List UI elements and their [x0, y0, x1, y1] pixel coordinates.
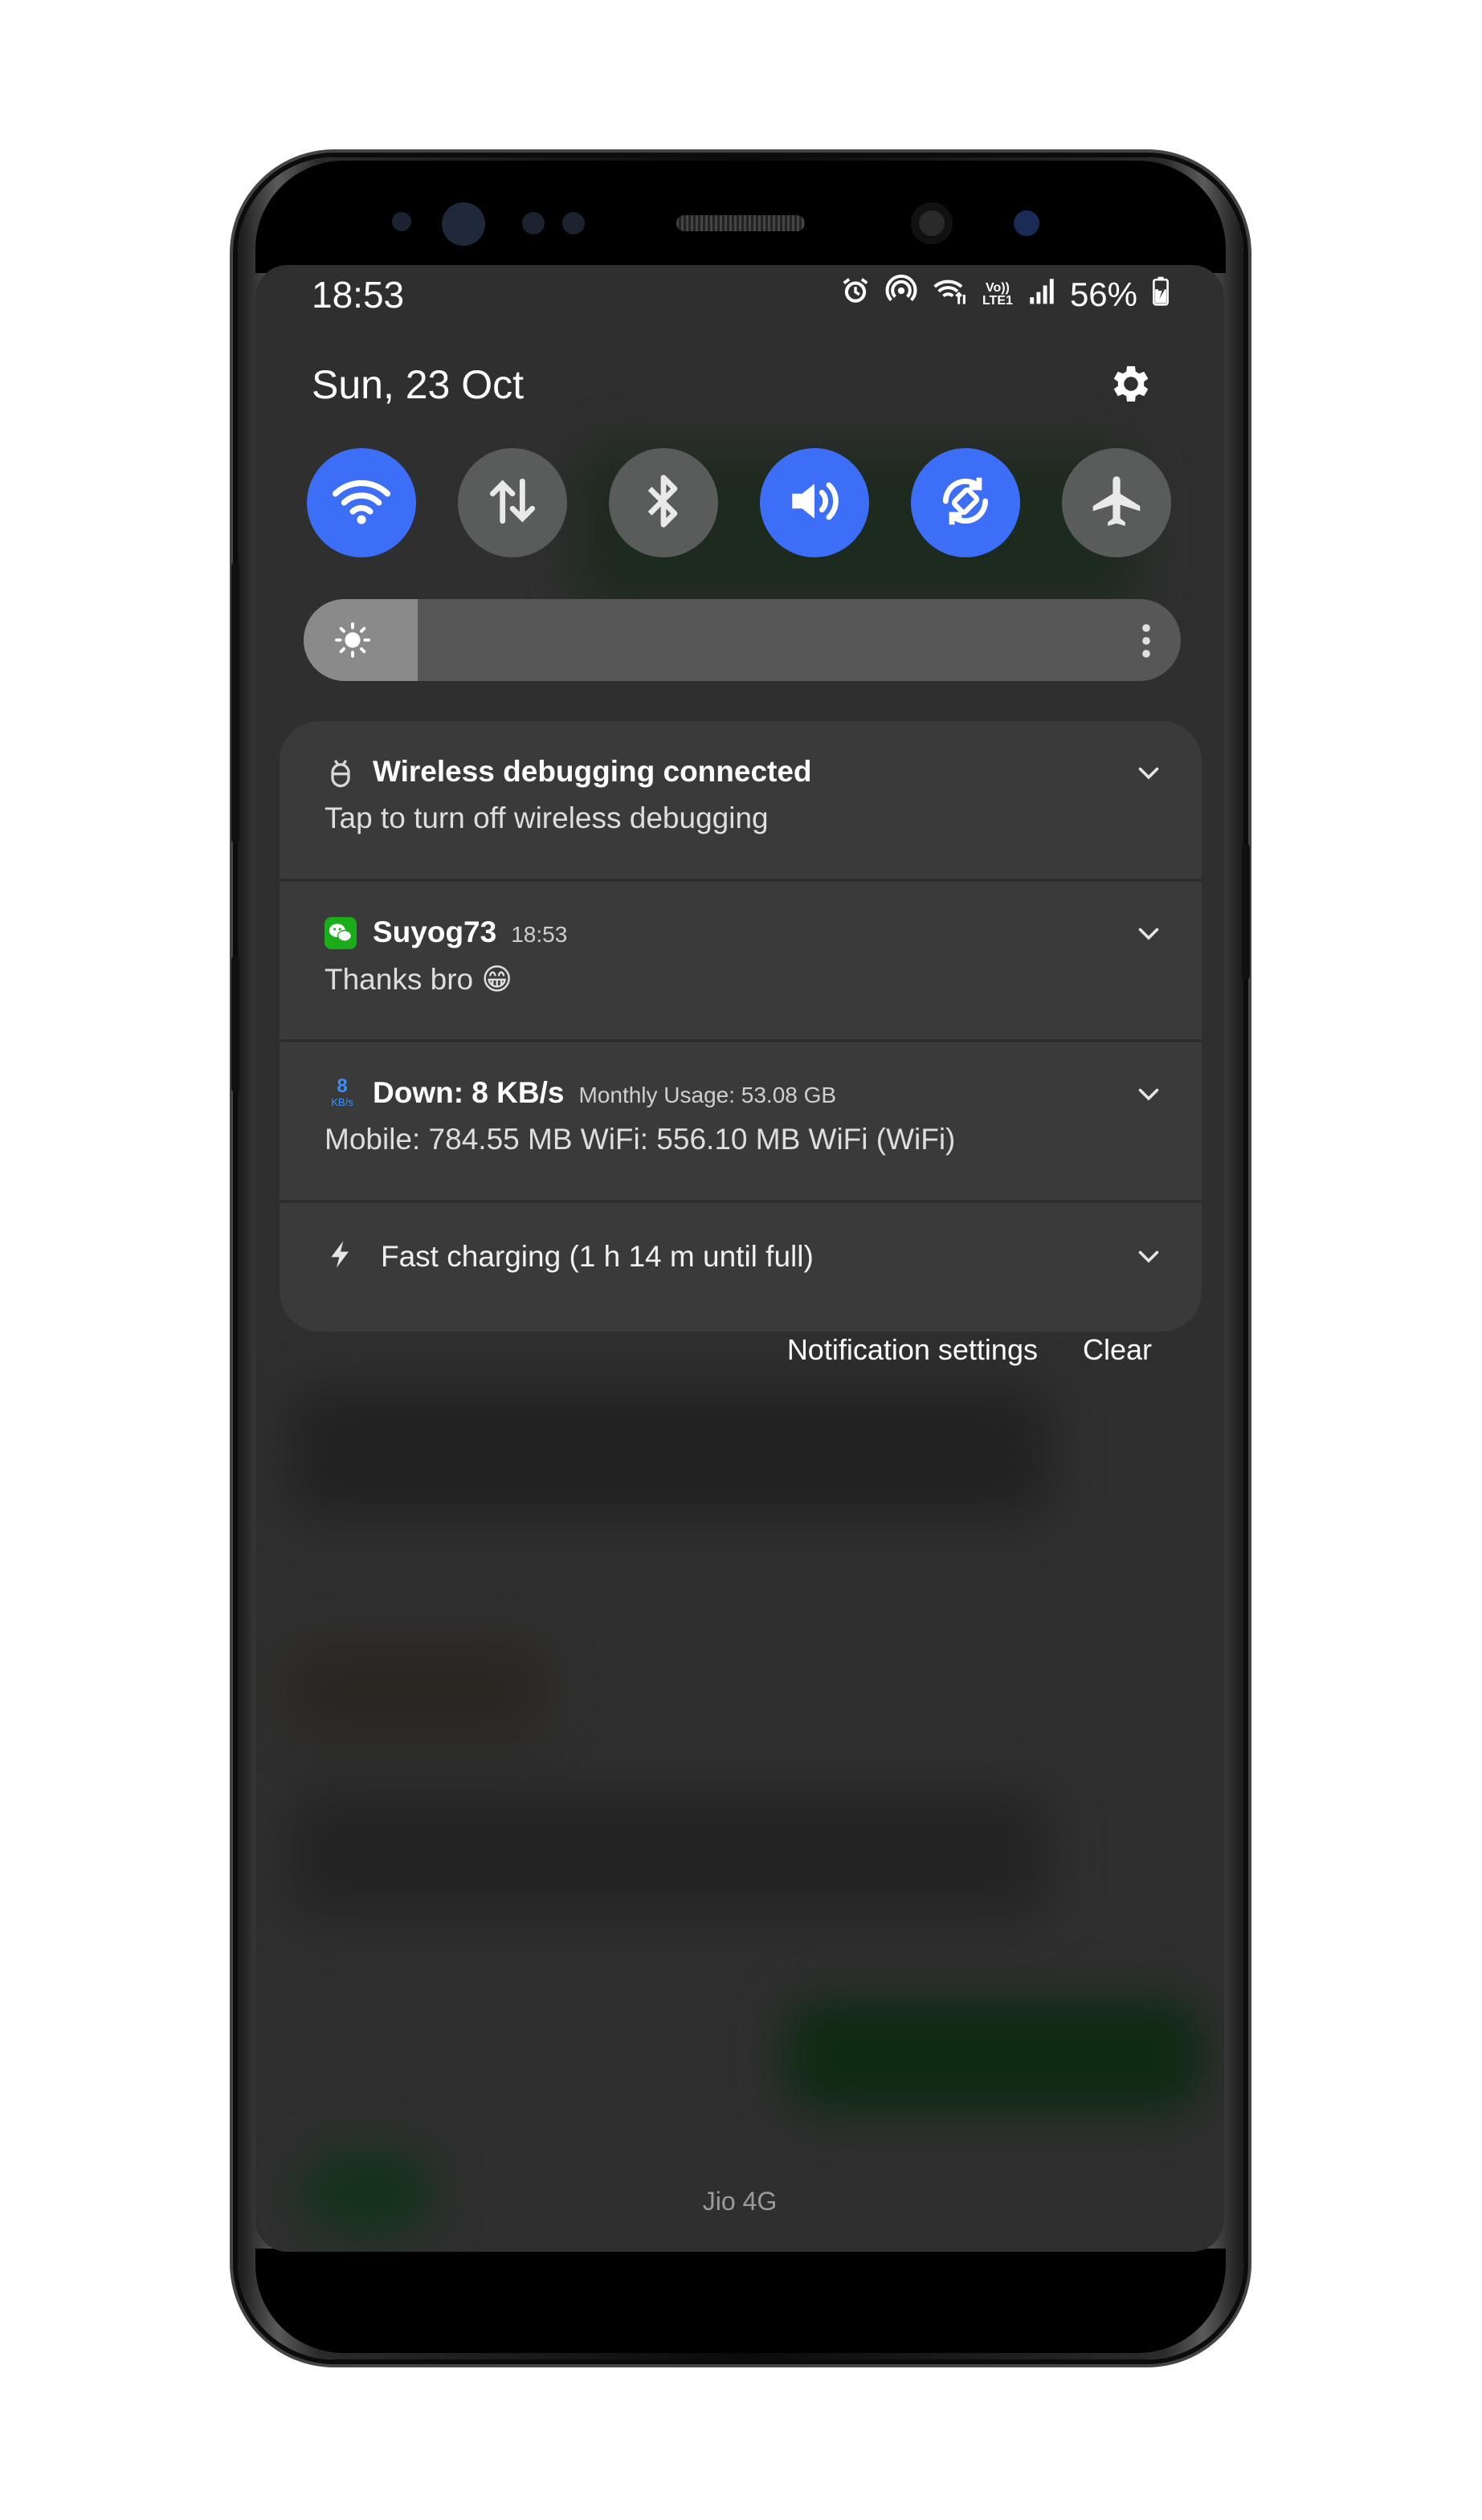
iris-sensor — [442, 202, 485, 246]
wifi-icon — [332, 471, 391, 535]
auto-rotate-toggle[interactable] — [911, 448, 1020, 557]
bottom-bezel — [255, 2249, 1226, 2353]
bluetooth-toggle[interactable] — [609, 448, 718, 557]
sound-toggle[interactable] — [760, 448, 869, 557]
mobile-data-toggle[interactable] — [458, 448, 567, 557]
wechat-icon — [325, 917, 357, 949]
front-camera — [911, 202, 953, 244]
iris-led — [1014, 210, 1039, 236]
notification-actions: Notification settings Clear — [787, 1333, 1152, 1367]
alarm-icon — [840, 275, 871, 314]
clear-button[interactable]: Clear — [1083, 1333, 1152, 1367]
sender-name: Suyog73 — [373, 915, 497, 948]
chevron-down-icon[interactable] — [1134, 919, 1163, 948]
notification-title: Wireless debugging connected — [373, 755, 812, 788]
notification-card-debugging[interactable]: Wireless debugging connected Tap to turn… — [280, 721, 1202, 882]
sensor — [562, 212, 585, 234]
notification-card-netspeed[interactable]: 8 KB/s Down: 8 KB/s Monthly Usage: 53.08 … — [280, 1042, 1202, 1203]
volte-label: Vo)) LTE1 — [982, 281, 1013, 308]
sensor — [522, 212, 545, 234]
notification-title: Fast charging (1 h 14 m until full) — [381, 1240, 814, 1273]
status-icons: Vo)) LTE1 56% — [840, 274, 1170, 315]
notification-list: Wireless debugging connected Tap to turn… — [280, 721, 1202, 1331]
hotspot-icon — [885, 274, 917, 315]
lightning-icon — [325, 1238, 357, 1270]
brightness-slider[interactable] — [304, 599, 1181, 681]
data-arrows-icon — [483, 471, 542, 535]
notification-card-wechat[interactable]: Suyog73 18:53 Thanks bro 😁 — [280, 882, 1202, 1042]
bluetooth-icon — [634, 471, 693, 535]
airplane-icon — [1087, 471, 1146, 535]
netspeed-value: 8 — [337, 1075, 348, 1097]
sensor — [392, 212, 411, 231]
settings-gear-icon[interactable] — [1107, 360, 1155, 408]
wifi-toggle[interactable] — [307, 448, 416, 557]
speaker-icon — [785, 471, 844, 535]
battery-charging-icon — [1152, 275, 1170, 314]
earpiece-speaker — [676, 215, 805, 231]
notification-body: Mobile: 784.55 MB WiFi: 556.10 MB WiFi (… — [325, 1123, 956, 1156]
sun-icon — [334, 622, 371, 659]
notification-body: Tap to turn off wireless debugging — [325, 801, 769, 834]
chevron-down-icon[interactable] — [1134, 1242, 1163, 1270]
notification-settings-button[interactable]: Notification settings — [787, 1333, 1038, 1367]
chevron-down-icon[interactable] — [1134, 758, 1163, 787]
download-speed: Down: 8 KB/s — [373, 1076, 565, 1109]
carrier-label: Jio 4G — [702, 2187, 778, 2216]
debug-icon — [325, 756, 357, 789]
rotate-icon — [936, 471, 995, 535]
clock: 18:53 — [312, 274, 405, 316]
wifi-status-icon — [932, 275, 967, 315]
bixby-button — [231, 956, 239, 1092]
airplane-toggle[interactable] — [1062, 448, 1171, 557]
notification-body: Thanks bro 😁 — [325, 963, 512, 996]
signal-icon — [1028, 276, 1055, 313]
notification-title: Down: 8 KB/s Monthly Usage: 53.08 GB — [373, 1076, 836, 1110]
battery-percent: 56% — [1069, 275, 1137, 313]
volume-button — [231, 562, 239, 843]
quick-toggles — [307, 448, 1178, 561]
chevron-down-icon[interactable] — [1134, 1079, 1163, 1108]
status-bar: 18:53 Vo)) LTE1 56% — [255, 265, 1224, 329]
monthly-usage: Monthly Usage: 53.08 GB — [578, 1083, 837, 1107]
power-button — [1242, 843, 1250, 980]
notification-shade: 18:53 Vo)) LTE1 56% Sun, 23 Oct Wireless… — [255, 265, 1224, 2252]
notification-title: Suyog73 18:53 — [373, 915, 567, 949]
date-label: Sun, 23 Oct — [312, 362, 525, 407]
netspeed-icon: 8 KB/s — [325, 1076, 360, 1115]
more-options-icon[interactable] — [1141, 623, 1152, 659]
netspeed-unit: KB/s — [331, 1096, 353, 1108]
notification-time: 18:53 — [511, 922, 568, 947]
notification-card-charging[interactable]: Fast charging (1 h 14 m until full) — [280, 1203, 1202, 1331]
